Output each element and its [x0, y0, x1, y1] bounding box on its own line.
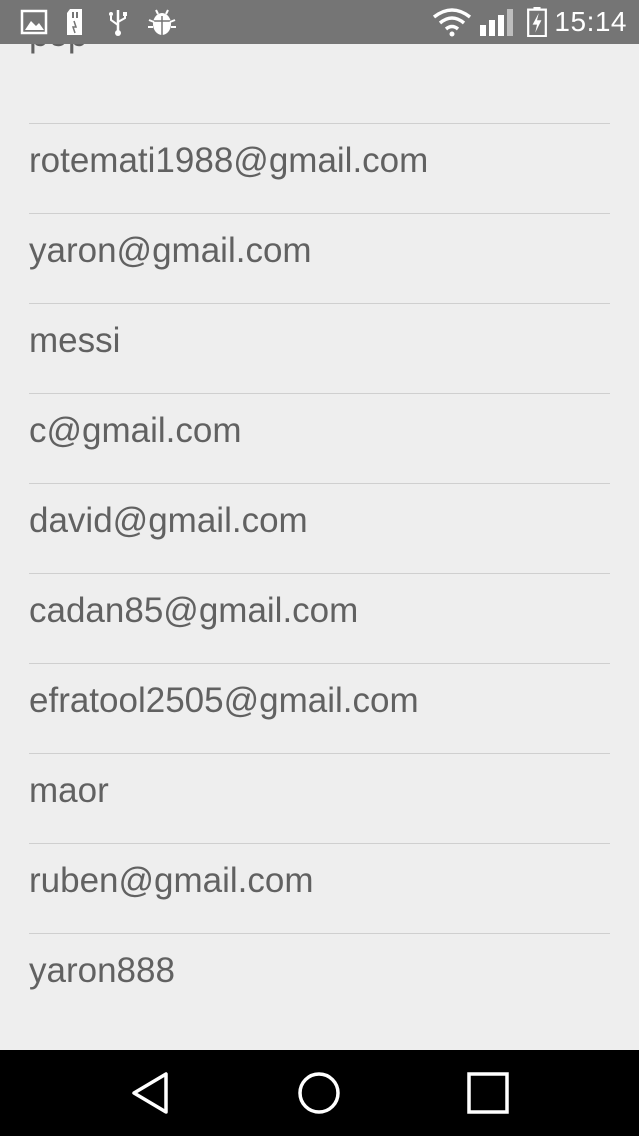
list-item[interactable]: maor	[29, 753, 610, 844]
list-item-label: pop	[29, 44, 87, 56]
sd-card-icon	[67, 9, 82, 35]
signal-icon	[480, 9, 513, 36]
list-item-label: rotemati1988@gmail.com	[29, 141, 429, 180]
home-icon[interactable]	[295, 1069, 343, 1117]
list-item-label: yaron@gmail.com	[29, 231, 312, 270]
list-item[interactable]: ruben@gmail.com	[29, 843, 610, 934]
list-item[interactable]: c@gmail.com	[29, 393, 610, 484]
list-item-label: messi	[29, 321, 121, 360]
list-item-label: c@gmail.com	[29, 411, 242, 450]
list-item-label: david@gmail.com	[29, 501, 308, 540]
list-item-label: yaron888	[29, 951, 175, 990]
list-item-label: cadan85@gmail.com	[29, 591, 359, 630]
list-item[interactable]: rotemati1988@gmail.com	[29, 123, 610, 214]
wifi-icon	[432, 8, 472, 37]
image-icon	[20, 9, 48, 35]
usb-icon	[109, 10, 127, 36]
battery-charging-icon	[527, 7, 547, 37]
list-item-label: efratool2505@gmail.com	[29, 681, 419, 720]
list-item[interactable]: yaron888	[29, 933, 610, 1024]
back-icon[interactable]	[128, 1069, 176, 1117]
navigation-bar	[0, 1050, 639, 1136]
list-item[interactable]: yaron@gmail.com	[29, 213, 610, 304]
list-item[interactable]: david@gmail.com	[29, 483, 610, 574]
list-item[interactable]: messi	[29, 303, 610, 394]
android-debug-icon	[148, 9, 176, 35]
list-item-label: maor	[29, 771, 109, 810]
list-item-label: ruben@gmail.com	[29, 861, 314, 900]
list-item[interactable]: pop	[29, 44, 610, 88]
list-item[interactable]: cadan85@gmail.com	[29, 573, 610, 664]
status-time: 15:14	[554, 6, 627, 37]
recents-icon[interactable]	[464, 1069, 512, 1117]
list-item[interactable]: efratool2505@gmail.com	[29, 663, 610, 754]
accounts-list[interactable]: pop rotemati1988@gmail.com yaron@gmail.c…	[0, 44, 639, 1050]
status-bar: 15:14	[0, 0, 639, 44]
